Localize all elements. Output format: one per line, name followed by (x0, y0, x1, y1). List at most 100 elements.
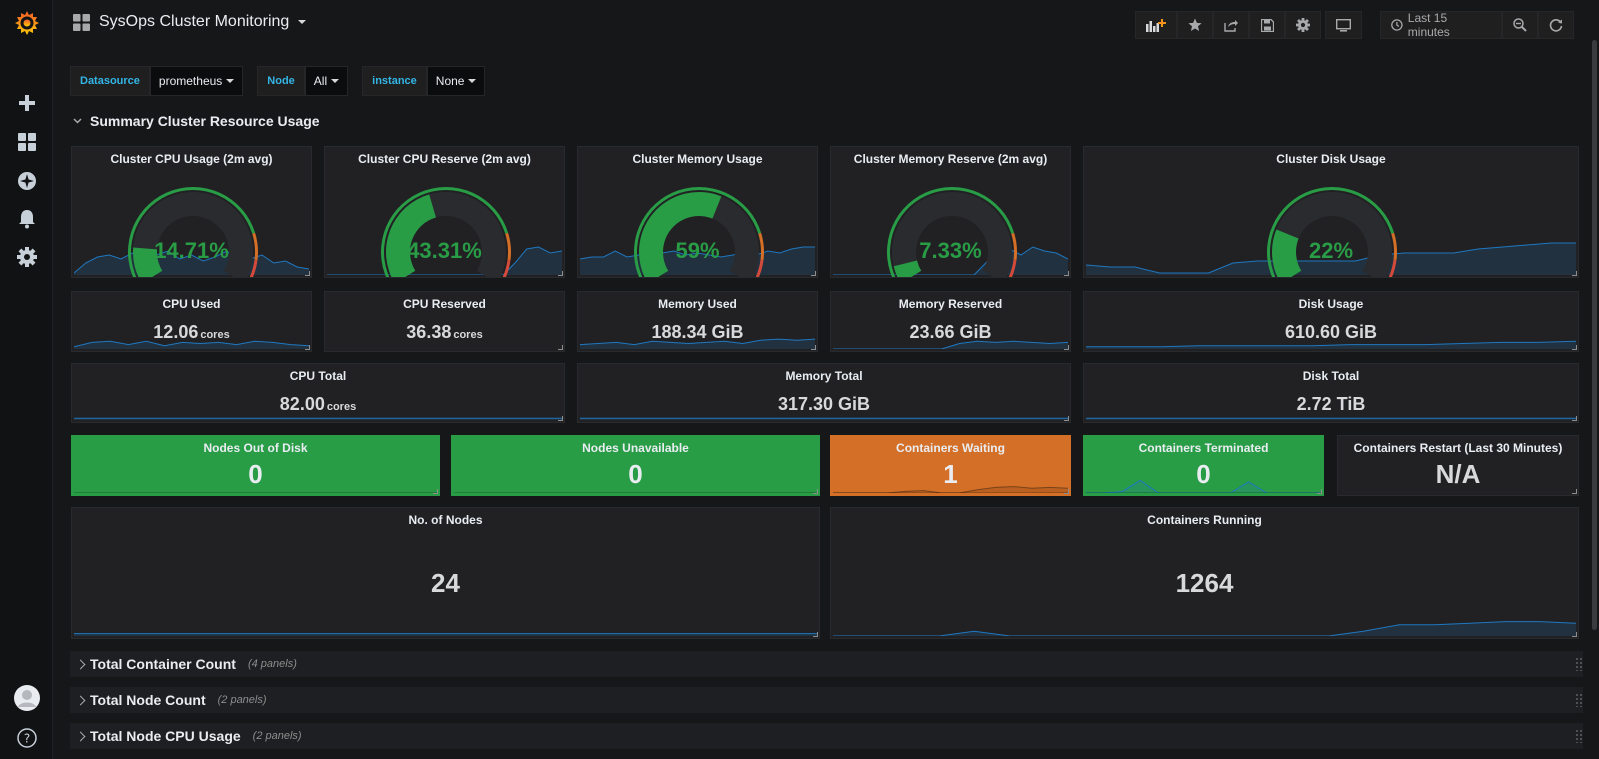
row-title: Total Node CPU Usage (90, 728, 241, 744)
bell-icon[interactable] (0, 208, 53, 230)
total-panel[interactable]: CPU Total 82.00 cores (71, 363, 565, 423)
drag-handle-icon[interactable] (1575, 693, 1583, 707)
help-icon[interactable]: ? (0, 726, 53, 750)
time-picker-button[interactable]: Last 15 minutes (1380, 11, 1502, 39)
resize-handle[interactable] (1064, 271, 1069, 276)
resize-handle[interactable] (305, 345, 310, 350)
share-icon (1224, 19, 1238, 32)
gauge-panel[interactable]: Cluster CPU Reserve (2m avg) 43.31% (324, 146, 565, 278)
resize-handle[interactable] (1572, 632, 1577, 637)
panel-title: CPU Total (289, 369, 347, 383)
resize-handle[interactable] (433, 489, 438, 494)
status-panel[interactable]: Nodes Out of Disk 0 (71, 435, 440, 496)
tv-mode-button[interactable] (1325, 11, 1362, 39)
row-summary-toggle[interactable]: Summary Cluster Resource Usage (73, 113, 320, 129)
resize-handle[interactable] (811, 345, 816, 350)
refresh-button[interactable] (1538, 11, 1574, 39)
drag-handle-icon[interactable] (1575, 729, 1583, 743)
settings-button[interactable] (1285, 11, 1321, 39)
resize-handle[interactable] (813, 489, 818, 494)
node-select[interactable]: All (304, 66, 349, 96)
star-button[interactable] (1177, 11, 1213, 39)
count-panel[interactable]: Containers Running 1264 (830, 507, 1579, 639)
stat-panel[interactable]: Memory Reserved 23.66 GiB (830, 291, 1071, 352)
stat-number: 82.00 (279, 394, 325, 414)
resize-handle[interactable] (1064, 345, 1069, 350)
navbar: SysOps Cluster Monitoring Last 15 minute… (53, 0, 1599, 48)
chevron-down-icon (73, 118, 82, 124)
resize-handle[interactable] (558, 345, 563, 350)
status-panel[interactable]: Nodes Unavailable 0 (451, 435, 820, 496)
total-panel[interactable]: Disk Total 2.72 TiB (1083, 363, 1579, 423)
resize-handle[interactable] (558, 271, 563, 276)
settings-icon (1296, 18, 1310, 32)
resize-handle[interactable] (811, 271, 816, 276)
resize-handle[interactable] (813, 632, 818, 637)
dashboard-title-picker[interactable]: SysOps Cluster Monitoring (73, 13, 307, 31)
chevron-down-icon (298, 20, 307, 24)
total-panel[interactable]: Memory Total 317.30 GiB (577, 363, 1071, 423)
dashboards-icon[interactable] (0, 131, 53, 153)
stat-number: 0 (1196, 459, 1211, 489)
variable-node: Node All (257, 66, 349, 96)
resize-handle[interactable] (558, 416, 563, 421)
row-total-node-count[interactable]: Total Node Count (2 panels) (70, 687, 1583, 713)
resize-handle[interactable] (1572, 271, 1577, 276)
stat-number: 12.06 (153, 322, 199, 342)
stat-panel[interactable]: Memory Used 188.34 GiB (577, 291, 818, 352)
gauge-panel[interactable]: Cluster Memory Usage 59% (577, 146, 818, 278)
panel-title: Containers Running (1147, 513, 1262, 527)
resize-handle[interactable] (1572, 489, 1577, 494)
avatar[interactable] (0, 684, 53, 712)
stat-panel[interactable]: CPU Used 12.06 cores (71, 291, 312, 352)
row-title: Total Container Count (90, 656, 236, 672)
panel-title: Containers Restart (Last 30 Minutes) (1353, 441, 1563, 455)
stat-panel[interactable]: CPU Reserved 36.38 cores (324, 291, 565, 352)
save-button[interactable] (1249, 11, 1285, 39)
status-panel[interactable]: Containers Waiting 1 (830, 435, 1071, 496)
zoom-out-button[interactable] (1502, 11, 1538, 39)
stat-panel[interactable]: Disk Usage 610.60 GiB (1083, 291, 1579, 352)
gauge-value: 22% (1308, 238, 1354, 263)
variable-label: Datasource (70, 66, 150, 96)
plus-icon[interactable] (0, 92, 53, 114)
grid-icon (73, 13, 90, 31)
gauge-panel[interactable]: Cluster Disk Usage 22% (1083, 146, 1579, 278)
row-total-node-cpu-usage[interactable]: Total Node CPU Usage (2 panels) (70, 723, 1583, 749)
add-panel-button[interactable] (1135, 11, 1177, 39)
tv-icon (1336, 18, 1351, 32)
resize-handle[interactable] (1572, 416, 1577, 421)
stat-value: 2.72 TiB (1084, 394, 1578, 415)
gauge-panel[interactable]: Cluster CPU Usage (2m avg) 14.71% (71, 146, 312, 278)
stat-value: 0 (72, 459, 439, 490)
stat-value: 1264 (831, 568, 1578, 599)
explore-icon[interactable] (0, 170, 53, 192)
resize-handle[interactable] (1572, 345, 1577, 350)
row-total-container-count[interactable]: Total Container Count (4 panels) (70, 651, 1583, 677)
datasource-value: prometheus (158, 74, 223, 88)
panel-title: Cluster Memory Usage (632, 152, 763, 166)
scrollbar[interactable] (1592, 40, 1597, 630)
variable-label: Node (257, 66, 305, 96)
grafana-logo-icon[interactable] (0, 8, 53, 38)
panel-title: Containers Waiting (896, 441, 1005, 455)
gear-icon[interactable] (0, 246, 53, 268)
resize-handle[interactable] (1064, 416, 1069, 421)
status-panel[interactable]: Containers Terminated 0 (1083, 435, 1324, 496)
row-title: Summary Cluster Resource Usage (90, 113, 320, 129)
share-button[interactable] (1213, 11, 1249, 39)
chevron-right-icon (75, 731, 86, 741)
resize-handle[interactable] (305, 271, 310, 276)
resize-handle[interactable] (1064, 489, 1069, 494)
panel-title: Nodes Out of Disk (203, 441, 308, 455)
drag-handle-icon[interactable] (1575, 657, 1583, 671)
datasource-select[interactable]: prometheus (149, 66, 244, 96)
instance-select[interactable]: None (426, 66, 486, 96)
gauge-panel[interactable]: Cluster Memory Reserve (2m avg) 7.33% (830, 146, 1071, 278)
star-icon (1188, 18, 1202, 31)
status-panel[interactable]: Containers Restart (Last 30 Minutes) N/A (1337, 435, 1579, 496)
row-panel-count: (4 panels) (247, 658, 297, 670)
row-title: Total Node Count (90, 692, 206, 708)
resize-handle[interactable] (1317, 489, 1322, 494)
count-panel[interactable]: No. of Nodes 24 (71, 507, 820, 639)
